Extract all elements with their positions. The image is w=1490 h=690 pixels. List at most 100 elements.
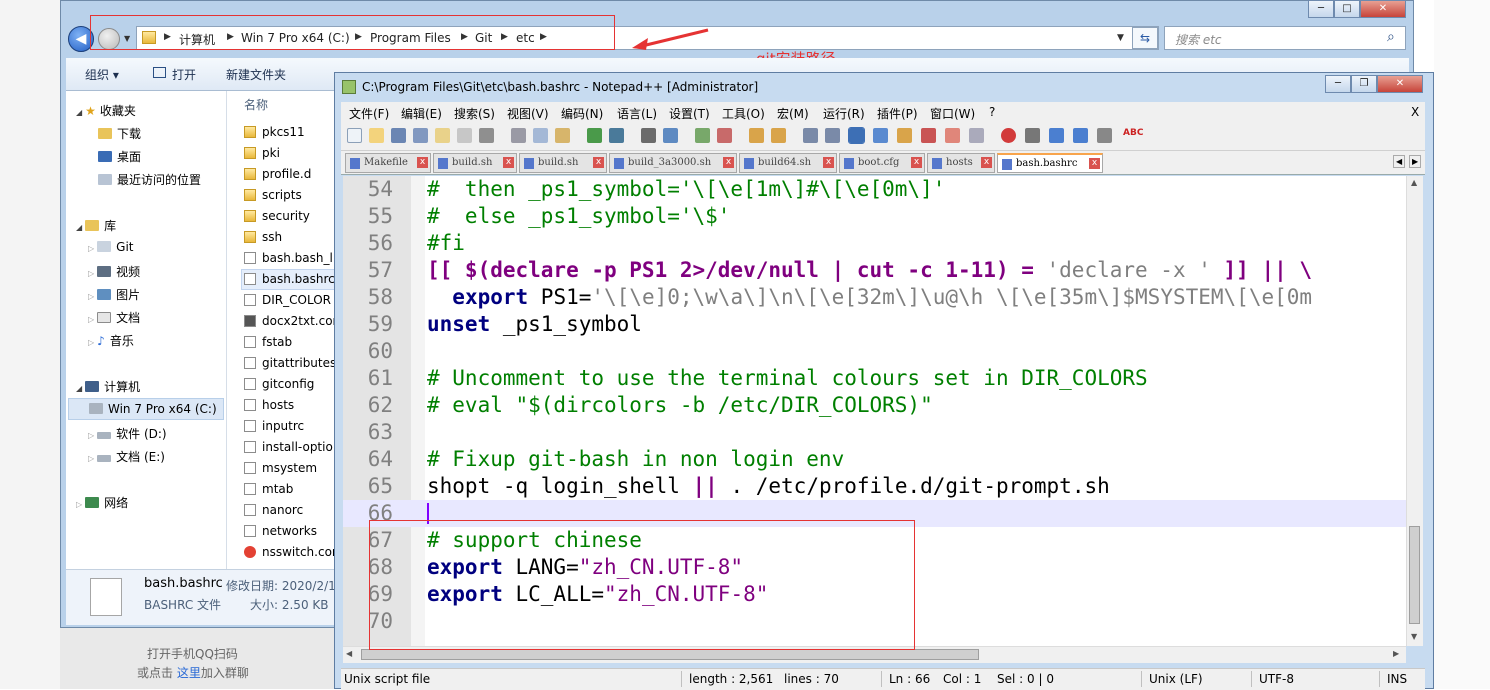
file-item[interactable]: hosts	[244, 398, 294, 412]
file-item[interactable]: pkcs11	[244, 125, 305, 139]
tab-build-3a3000[interactable]: build_3a3000.sh x	[609, 153, 737, 173]
expand-icon[interactable]: ▷	[88, 431, 94, 440]
file-item[interactable]: DIR_COLOR	[244, 293, 331, 307]
close-file-icon[interactable]	[435, 128, 450, 143]
tab-close-icon[interactable]: x	[823, 157, 834, 168]
nav-computer[interactable]: ◢ 计算机	[76, 378, 140, 395]
file-item[interactable]: msystem	[244, 461, 317, 475]
zoom-out-icon[interactable]	[717, 128, 732, 143]
expand-icon[interactable]: ◢	[76, 384, 82, 393]
expand-icon[interactable]: ◢	[76, 108, 82, 117]
code-line[interactable]: 61 # Uncomment to use the terminal colour…	[343, 365, 1410, 392]
vertical-scroll-thumb[interactable]	[1409, 526, 1420, 624]
expand-icon[interactable]: ▷	[88, 315, 94, 324]
search-box[interactable]: 搜索 etc ⌕	[1164, 26, 1406, 50]
zoom-in-icon[interactable]	[695, 128, 710, 143]
expand-icon[interactable]: ▷	[88, 244, 94, 253]
menu-tools[interactable]: 工具(O)	[722, 105, 765, 122]
indent-guide-icon[interactable]	[848, 127, 865, 144]
refresh-button[interactable]: ⇆	[1132, 27, 1158, 49]
print-icon[interactable]	[479, 128, 494, 143]
run-macro-multiple-icon[interactable]	[1073, 128, 1088, 143]
menu-view[interactable]: 视图(V)	[507, 105, 549, 122]
language-icon[interactable]	[873, 128, 888, 143]
nav-music[interactable]: ▷ ♪ 音乐	[88, 332, 134, 349]
stop-macro-icon[interactable]	[1025, 128, 1040, 143]
search-input[interactable]: 搜索 etc	[1175, 31, 1222, 48]
notepad-minimize-button[interactable]: ─	[1325, 75, 1351, 93]
file-item[interactable]: scripts	[244, 188, 302, 202]
function-list-icon[interactable]	[921, 128, 936, 143]
search-icon[interactable]: ⌕	[1387, 29, 1395, 45]
file-item[interactable]: ssh	[244, 230, 282, 244]
expand-icon[interactable]: ◢	[76, 223, 82, 232]
file-item[interactable]: profile.d	[244, 167, 311, 181]
copy-icon[interactable]	[533, 128, 548, 143]
tab-close-icon[interactable]: x	[503, 157, 514, 168]
folder-as-workspace-icon[interactable]	[945, 128, 960, 143]
tab-scroll-right-icon[interactable]: ▶	[1409, 155, 1422, 168]
explorer-close-button[interactable]: ✕	[1360, 0, 1406, 18]
tab-close-icon[interactable]: x	[417, 157, 428, 168]
doc-map-icon[interactable]	[897, 128, 912, 143]
file-item[interactable]: security	[244, 209, 310, 223]
tab-build64-sh[interactable]: build64.sh x	[739, 153, 837, 173]
file-item[interactable]: install-optio	[244, 440, 333, 454]
menu-search[interactable]: 搜索(S)	[454, 105, 495, 122]
nav-recent[interactable]: 最近访问的位置	[98, 171, 201, 188]
monitoring-icon[interactable]	[969, 128, 984, 143]
expand-icon[interactable]: ▷	[88, 292, 94, 301]
file-item[interactable]: fstab	[244, 335, 292, 349]
code-line[interactable]: 65 shopt -q login_shell || . /etc/profile…	[343, 473, 1410, 500]
qq-join-link[interactable]: 这里	[177, 666, 201, 680]
file-item[interactable]: docx2txt.cor	[244, 314, 338, 328]
close-document-button[interactable]: X	[1411, 105, 1419, 119]
expand-icon[interactable]: ▷	[88, 454, 94, 463]
code-line[interactable]: 56 #fi	[343, 230, 1410, 257]
tab-close-icon[interactable]: x	[1089, 158, 1100, 169]
code-line[interactable]: 54 # then _ps1_symbol='\[\e[1m\]#\[\e[0m\…	[343, 176, 1410, 203]
organize-button[interactable]: 组织 ▾	[85, 66, 119, 83]
word-wrap-icon[interactable]	[803, 128, 818, 143]
open-file-icon[interactable]	[369, 128, 384, 143]
menu-language[interactable]: 语言(L)	[617, 105, 657, 122]
new-file-icon[interactable]	[347, 128, 362, 143]
tab-bash-bashrc[interactable]: bash.bashrc x	[997, 153, 1103, 173]
tab-scroll-left-icon[interactable]: ◀	[1393, 155, 1406, 168]
horizontal-scroll-thumb[interactable]	[361, 649, 979, 660]
nav-libraries[interactable]: ◢ 库	[76, 217, 116, 234]
menu-help[interactable]: ?	[989, 105, 995, 119]
file-item[interactable]: inputrc	[244, 419, 304, 433]
code-line[interactable]: 62 # eval "$(dircolors -b /etc/DIR_COLORS…	[343, 392, 1410, 419]
menu-window[interactable]: 窗口(W)	[930, 105, 975, 122]
menu-settings[interactable]: 设置(T)	[669, 105, 710, 122]
code-line[interactable]: 57 [[ $(declare -p PS1 2>/dev/null | cut …	[343, 257, 1410, 284]
file-item-selected[interactable]: bash.bashrc	[241, 269, 335, 290]
scroll-up-icon[interactable]: ▲	[1411, 178, 1417, 187]
expand-icon[interactable]: ▷	[88, 269, 94, 278]
nav-drive-d[interactable]: ▷ 软件 (D:)	[88, 425, 167, 442]
spell-check-icon[interactable]: ABC	[1123, 128, 1143, 143]
nav-network[interactable]: ▷ 网络	[76, 494, 128, 511]
address-dropdown-icon[interactable]: ▼	[1117, 33, 1124, 43]
menu-plugins[interactable]: 插件(P)	[877, 105, 918, 122]
menu-edit[interactable]: 编辑(E)	[401, 105, 442, 122]
new-folder-button[interactable]: 新建文件夹	[226, 66, 286, 83]
paste-icon[interactable]	[555, 128, 570, 143]
nav-videos[interactable]: ▷ 视频	[88, 263, 140, 280]
undo-icon[interactable]	[587, 128, 602, 143]
open-button[interactable]: 打开	[172, 66, 196, 83]
nav-git[interactable]: ▷ Git	[88, 240, 134, 254]
menu-macro[interactable]: 宏(M)	[777, 105, 809, 122]
explorer-minimize-button[interactable]: ─	[1308, 0, 1334, 18]
file-item[interactable]: networks	[244, 524, 317, 538]
scroll-down-icon[interactable]: ▼	[1411, 632, 1417, 641]
nav-desktop[interactable]: 桌面	[98, 148, 141, 165]
tab-build-sh-2[interactable]: build.sh x	[519, 153, 607, 173]
code-line[interactable]: 63	[343, 419, 1410, 446]
menu-file[interactable]: 文件(F)	[349, 105, 389, 122]
tab-makefile[interactable]: Makefile x	[345, 153, 431, 173]
nav-drive-e[interactable]: ▷ 文档 (E:)	[88, 448, 165, 465]
tab-close-icon[interactable]: x	[911, 157, 922, 168]
explorer-maximize-button[interactable]: □	[1334, 0, 1360, 18]
